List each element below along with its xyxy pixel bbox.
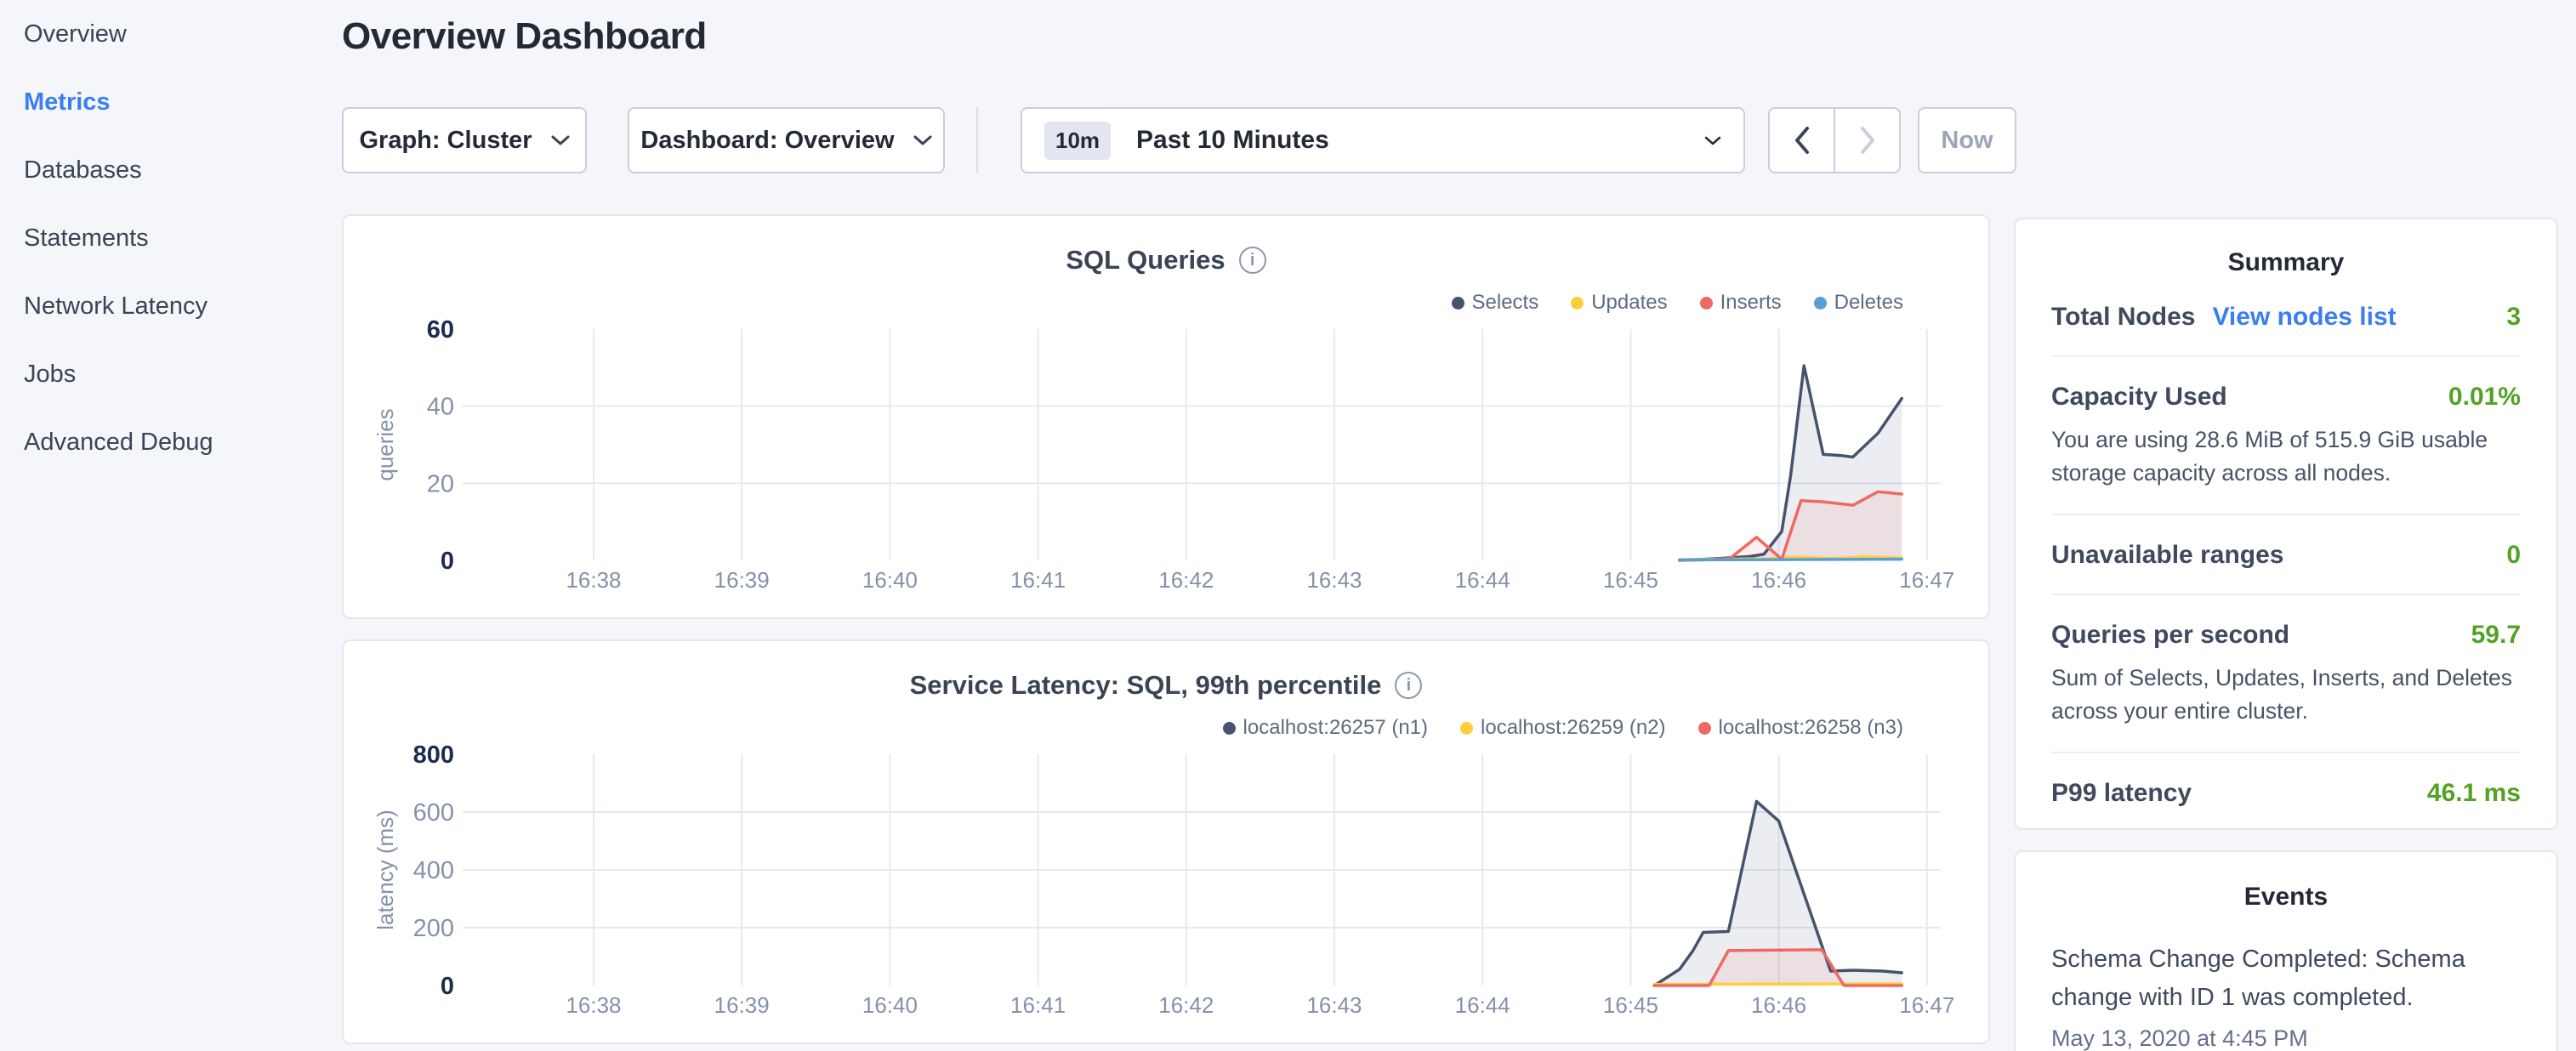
- svg-text:20: 20: [427, 470, 454, 497]
- svg-text:16:42: 16:42: [1158, 567, 1214, 593]
- summary-panel-title: Summary: [2051, 248, 2521, 277]
- svg-text:16:45: 16:45: [1603, 567, 1658, 593]
- svg-text:16:43: 16:43: [1306, 567, 1362, 593]
- sidebar-item-jobs[interactable]: Jobs: [0, 340, 315, 408]
- toolbar-divider: [976, 107, 978, 173]
- chevron-down-icon: [913, 134, 932, 146]
- summary-row-description: Sum of Selects, Updates, Inserts, and De…: [2051, 662, 2521, 728]
- svg-text:16:39: 16:39: [714, 992, 770, 1018]
- svg-text:40: 40: [427, 394, 454, 421]
- summary-row: P99 latency 46.1 ms: [2051, 753, 2521, 832]
- summary-row: Total Nodes View nodes list 3: [2051, 277, 2521, 357]
- toolbar: Graph: Cluster Dashboard: Overview 10m P…: [342, 107, 2016, 173]
- events-panel-title: Events: [2051, 883, 2521, 912]
- svg-text:16:40: 16:40: [862, 992, 918, 1018]
- summary-row-label: Total Nodes: [2051, 303, 2195, 332]
- svg-text:16:47: 16:47: [1899, 992, 1954, 1018]
- sql-queries-chart-card: SQL QueriesiSelectsUpdatesInsertsDeletes…: [342, 214, 1990, 619]
- svg-text:16:43: 16:43: [1306, 992, 1362, 1018]
- svg-text:16:38: 16:38: [566, 567, 621, 593]
- chevron-down-icon: [1704, 135, 1721, 146]
- svg-text:0: 0: [441, 548, 454, 575]
- summary-row-description: You are using 28.6 MiB of 515.9 GiB usab…: [2051, 423, 2521, 490]
- summary-row: Unavailable ranges 0: [2051, 515, 2521, 595]
- svg-text:queries: queries: [372, 408, 398, 480]
- summary-row-label: Queries per second: [2051, 621, 2289, 650]
- summary-row-value: 59.7: [2471, 621, 2521, 650]
- time-step-control: [1768, 107, 1901, 173]
- svg-text:16:44: 16:44: [1455, 992, 1510, 1018]
- chart-plot-area[interactable]: 16:38 16:39 16:40 16:41 16:42 16:43 16:44 16:45…: [344, 216, 1992, 621]
- chevron-left-icon: [1794, 126, 1811, 155]
- graph-dropdown[interactable]: Graph: Cluster: [342, 107, 587, 173]
- summary-row-value: 0: [2506, 541, 2521, 570]
- time-back-button[interactable]: [1770, 109, 1835, 172]
- svg-text:16:41: 16:41: [1010, 567, 1066, 593]
- time-forward-button[interactable]: [1835, 109, 1899, 172]
- svg-text:600: 600: [413, 799, 454, 827]
- svg-text:200: 200: [413, 915, 454, 942]
- metrics-page: OverviewMetricsDatabasesStatementsNetwor…: [0, 0, 2576, 1051]
- svg-text:16:38: 16:38: [566, 992, 621, 1018]
- time-range-label: Past 10 Minutes: [1136, 126, 1329, 155]
- svg-text:16:41: 16:41: [1010, 992, 1066, 1018]
- page-title: Overview Dashboard: [342, 15, 707, 58]
- event-text: Schema Change Completed: Schema change w…: [2051, 940, 2521, 1017]
- svg-text:16:40: 16:40: [862, 567, 918, 593]
- summary-row: Queries per second 59.7 Sum of Selects, Up…: [2051, 595, 2521, 753]
- summary-row-value: 3: [2506, 303, 2521, 332]
- summary-row-label: Capacity Used: [2051, 383, 2227, 412]
- chart-plot-area[interactable]: 16:38 16:39 16:40 16:41 16:42 16:43 16:44 16:45…: [344, 641, 1992, 1046]
- sidebar-item-advanced-debug[interactable]: Advanced Debug: [0, 408, 315, 476]
- service-latency-chart-card: Service Latency: SQL, 99th percentileilo…: [342, 639, 1990, 1044]
- time-range-dropdown[interactable]: 10m Past 10 Minutes: [1021, 107, 1745, 173]
- event-timestamp: May 13, 2020 at 4:45 PM: [2051, 1025, 2521, 1051]
- summary-row: Capacity Used 0.01% You are using 28.6 MiB…: [2051, 357, 2521, 515]
- graph-dropdown-label: Graph: Cluster: [359, 127, 532, 155]
- summary-row-label: P99 latency: [2051, 779, 2192, 808]
- svg-text:latency (ms): latency (ms): [372, 810, 398, 930]
- svg-text:16:47: 16:47: [1899, 567, 1954, 593]
- sidebar-item-databases[interactable]: Databases: [0, 136, 315, 204]
- svg-text:0: 0: [441, 973, 454, 1000]
- svg-text:16:46: 16:46: [1751, 992, 1806, 1018]
- svg-text:16:46: 16:46: [1751, 567, 1806, 593]
- events-panel: Events Schema Change Completed: Schema c…: [2014, 850, 2558, 1051]
- dashboard-dropdown-label: Dashboard: Overview: [640, 127, 894, 155]
- sidebar-item-metrics[interactable]: Metrics: [0, 68, 315, 136]
- summary-panel: Summary Total Nodes View nodes list 3 Capac…: [2014, 218, 2558, 830]
- svg-text:400: 400: [413, 857, 454, 884]
- svg-text:16:42: 16:42: [1158, 992, 1214, 1018]
- svg-text:16:44: 16:44: [1455, 567, 1510, 593]
- chevron-right-icon: [1859, 126, 1876, 155]
- now-button[interactable]: Now: [1918, 107, 2016, 173]
- dashboard-dropdown[interactable]: Dashboard: Overview: [628, 107, 945, 173]
- time-range-badge: 10m: [1044, 122, 1111, 160]
- sidebar-item-statements[interactable]: Statements: [0, 204, 315, 272]
- svg-text:16:39: 16:39: [714, 567, 770, 593]
- sidebar-item-network-latency[interactable]: Network Latency: [0, 272, 315, 340]
- summary-row-value: 0.01%: [2448, 383, 2521, 412]
- summary-row-value: 46.1 ms: [2427, 779, 2521, 808]
- view-nodes-link[interactable]: View nodes list: [2212, 303, 2396, 332]
- svg-text:800: 800: [413, 741, 454, 769]
- sidebar-item-overview[interactable]: Overview: [0, 0, 315, 68]
- summary-row-label: Unavailable ranges: [2051, 541, 2283, 570]
- chevron-down-icon: [551, 134, 570, 146]
- svg-text:16:45: 16:45: [1603, 992, 1658, 1018]
- event-item: Schema Change Completed: Schema change w…: [2051, 940, 2521, 1051]
- svg-text:60: 60: [427, 316, 454, 344]
- sidebar-nav: OverviewMetricsDatabasesStatementsNetwor…: [0, 0, 315, 1051]
